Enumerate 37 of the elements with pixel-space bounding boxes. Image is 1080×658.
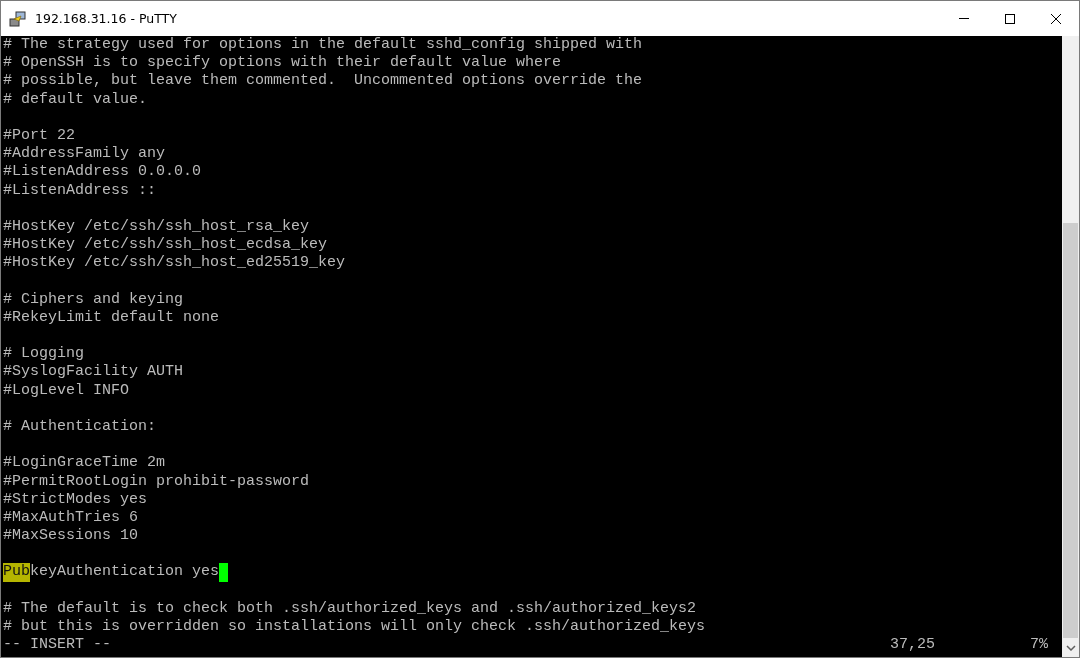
computer-icon	[9, 9, 27, 28]
minimize-icon	[959, 18, 969, 19]
terminal-line: # default value.	[3, 90, 149, 109]
terminal-line: #MaxAuthTries 6	[3, 508, 140, 528]
cursor-position: 37,25	[889, 636, 935, 655]
scrollbar-thumb[interactable]	[1063, 223, 1078, 638]
scroll-percent: 7%	[1030, 636, 1048, 655]
terminal-line: # possible, but leave them commented. Uncommented options override the	[3, 72, 644, 91]
terminal-line: #SyslogFacility AUTH	[3, 363, 185, 382]
terminal-line: #AddressFamily any	[3, 145, 167, 164]
terminal-line: #HostKey /etc/ssh/ssh_host_ecdsa_key	[3, 236, 329, 255]
terminal-line: #HostKey /etc/ssh/ssh_host_ed25519_key	[3, 254, 347, 273]
terminal-line: # Logging	[3, 345, 85, 364]
terminal-line: #Port 22	[3, 126, 76, 146]
terminal-line: #HostKey /etc/ssh/ssh_host_rsa_key	[3, 217, 311, 237]
terminal-line: # but this is overridden so installations will only check .ssh/authorized_keys	[3, 618, 707, 637]
terminal-line: # Ciphers and keying	[3, 290, 185, 309]
terminal-line: #StrictModes yes	[3, 490, 149, 509]
maximize-icon	[1004, 12, 1016, 25]
terminal-line: #ListenAddress ::	[3, 181, 158, 200]
scrollbar[interactable]	[1062, 36, 1079, 657]
terminal-line: #MaxSessions 10	[3, 527, 140, 546]
close-icon	[1050, 12, 1062, 25]
terminal-line: # OpenSSH is to specify options with their default value where	[3, 54, 563, 73]
terminal-line: #LogLevel INFO	[3, 381, 131, 400]
search-highlight: Pub	[3, 563, 30, 582]
terminal-line: # The default is to check both .ssh/authorized_keys and .ssh/authorized_keys2	[3, 599, 698, 618]
terminal-line: #ListenAddress 0.0.0.0	[3, 163, 203, 182]
terminal-line: # Authentication:	[3, 417, 158, 437]
terminal-line: keyAuthentication yes	[30, 563, 220, 582]
terminal-line: #PermitRootLogin prohibit-password	[3, 472, 311, 491]
mode-indicator: -- INSERT --	[3, 636, 112, 655]
terminal-line: #RekeyLimit default none	[3, 308, 221, 327]
scroll-down-icon[interactable]	[1065, 645, 1076, 651]
terminal-line: # The strategy used for options in the default sshd_config shipped with	[3, 36, 644, 55]
window-title: 192.168.31.16 - PuTTY	[35, 11, 177, 26]
terminal-line: #LoginGraceTime 2m	[3, 454, 167, 473]
